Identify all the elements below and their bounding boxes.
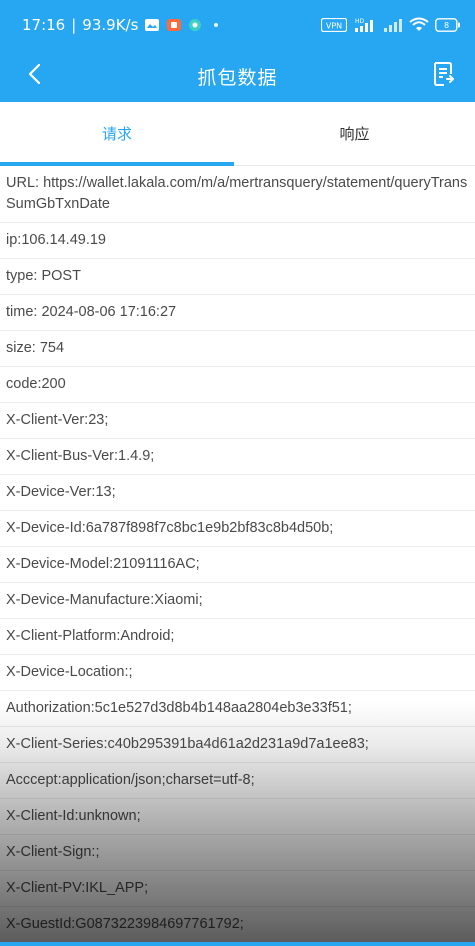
gallery-notification-icon <box>144 18 160 32</box>
status-speed: 93.9K/s <box>82 16 139 34</box>
tab-request[interactable]: 请求 <box>0 102 234 166</box>
field-device-manufacture: X-Device-Manufacture:Xiaomi; <box>0 583 475 619</box>
wifi-icon <box>409 17 429 33</box>
signal-icon <box>383 17 403 33</box>
field-device-location: X-Device-Location:; <box>0 655 475 691</box>
field-client-series: X-Client-Series:c40b295391ba4d61a2d231a9… <box>0 727 475 763</box>
status-right: VPN HD 8 <box>321 17 461 33</box>
page-title: 抓包数据 <box>197 66 278 89</box>
field-size: size: 754 <box>0 331 475 367</box>
document-list-icon <box>432 61 456 91</box>
status-divider: | <box>71 16 77 34</box>
status-time: 17:16 <box>22 16 66 34</box>
request-field-list[interactable]: URL: https://wallet.lakala.com/m/a/mertr… <box>0 166 475 943</box>
app-notification-icon <box>166 18 182 32</box>
status-bar: 17:16 | 93.9K/s VPN HD 8 <box>0 0 475 50</box>
field-time: time: 2024-08-06 17:16:27 <box>0 295 475 331</box>
tab-response[interactable]: 响应 <box>234 102 475 165</box>
hd-text: HD <box>355 18 365 25</box>
menu-button[interactable] <box>427 59 461 93</box>
tab-bar: 请求 响应 <box>0 102 475 166</box>
vpn-icon: VPN <box>321 18 347 32</box>
field-guest-id: X-GuestId:G087322398469776179​2; <box>0 907 475 943</box>
field-accept: Acccept:application/json;charset=utf-8; <box>0 763 475 799</box>
field-client-id: X-Client-Id:unknown; <box>0 799 475 835</box>
signal-hd-icon: HD <box>353 17 377 33</box>
app-bar: 抓包数据 <box>0 50 475 102</box>
back-arrow-icon <box>27 63 41 89</box>
field-device-id: X-Device-Id:6a787f898f7c8bc1e9b2bf83c8b4… <box>0 511 475 547</box>
field-ip: ip:106.14.49.19 <box>0 223 475 259</box>
field-device-model: X-Device-Model:21091116AC; <box>0 547 475 583</box>
battery-icon: 8 <box>435 18 461 32</box>
field-client-pv: X-Client-PV:IKL_APP; <box>0 871 475 907</box>
field-code: code:200 <box>0 367 475 403</box>
bottom-accent-line <box>0 942 475 946</box>
app-root: 17:16 | 93.9K/s VPN HD 8 抓包数据 请求 响应 URL:… <box>0 0 475 946</box>
field-authorization: Authorization:5c1e527d3d8b4b148aa2804eb3… <box>0 691 475 727</box>
battery-level: 8 <box>444 21 449 30</box>
field-url: URL: https://wallet.lakala.com/m/a/mertr… <box>0 166 475 223</box>
browser-notification-icon <box>188 18 202 32</box>
tab-response-label: 响应 <box>339 125 370 143</box>
field-client-ver: X-Client-Ver:23; <box>0 403 475 439</box>
field-client-bus-ver: X-Client-Bus-Ver:1.4.9; <box>0 439 475 475</box>
more-notifications-dot <box>214 23 219 27</box>
field-client-platform: X-Client-Platform:Android; <box>0 619 475 655</box>
field-client-sign: X-Client-Sign:; <box>0 835 475 871</box>
field-device-ver: X-Device-Ver:13; <box>0 475 475 511</box>
tab-request-label: 请求 <box>101 125 132 143</box>
field-type: type: POST <box>0 259 475 295</box>
status-left: 17:16 | 93.9K/s <box>22 16 219 34</box>
back-button[interactable] <box>18 60 50 92</box>
vpn-text: VPN <box>326 22 342 31</box>
